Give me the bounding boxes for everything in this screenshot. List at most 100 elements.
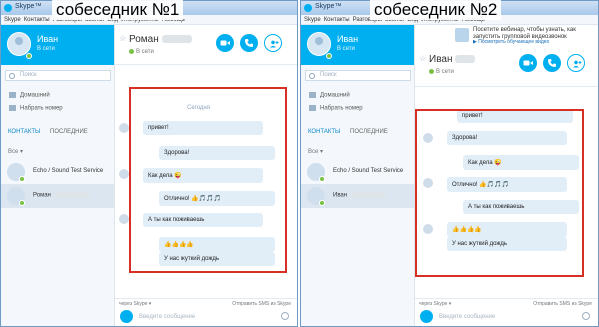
phone-icon (548, 59, 556, 67)
menu-contacts[interactable]: Контакты (324, 15, 350, 25)
conversation-status-text: В сети (436, 69, 454, 76)
online-status-icon (26, 53, 32, 59)
conversation-title: Роман (129, 34, 159, 45)
sidebar: Иван В сети Поиск Домашний Набрать номер… (1, 25, 115, 326)
video-icon (220, 40, 230, 46)
filter-label: Все (8, 149, 19, 155)
tab-recent[interactable]: ПОСЛЕДНИЕ (350, 129, 388, 135)
blurred-surname (455, 55, 476, 64)
search-placeholder: Поиск (320, 72, 337, 78)
conversation-header: ☆ Иван В сети (415, 45, 598, 87)
online-status-icon (326, 53, 332, 59)
menu-skype[interactable]: Skype (4, 15, 21, 25)
skype-window-2: Skype™ Skype Контакты Разговоры Звонки В… (300, 0, 599, 327)
profile-name: Иван (37, 34, 59, 44)
tab-contacts[interactable]: КОНТАКТЫ (308, 129, 340, 135)
compose-bar: через Skype ▾ Отправить SMS из Skype Вве… (415, 298, 598, 326)
nav-home[interactable]: Домашний (309, 92, 350, 99)
window-title: Skype™ (315, 3, 342, 10)
send-sms-link[interactable]: Отправить SMS из Skype (533, 301, 592, 307)
add-person-icon (270, 40, 279, 48)
profile-header[interactable]: Иван В сети (301, 25, 414, 65)
send-via-dropdown[interactable]: через Skype ▾ (419, 301, 451, 307)
message-avatar (119, 214, 129, 224)
message-avatar (119, 123, 129, 133)
profile-status: В сети (337, 46, 355, 52)
online-dot-icon (429, 69, 434, 74)
nav-dial-label: Набрать номер (320, 105, 363, 112)
contact-item-selected[interactable]: Роман (1, 184, 114, 208)
attach-icon[interactable] (120, 310, 133, 323)
filter-dropdown[interactable]: Все ▾ (308, 148, 323, 155)
video-call-button[interactable] (519, 54, 537, 72)
ad-banner[interactable]: Посетите вебинар, чтобы узнать, как запу… (415, 25, 598, 45)
emoticon-icon[interactable] (582, 312, 590, 320)
profile-header[interactable]: Иван В сети (1, 25, 114, 65)
skype-window-1: Skype™ Skype Контакты Разговоры Звонки В… (0, 0, 298, 327)
online-status-icon (319, 200, 325, 206)
nav-dial-label: Набрать номер (20, 105, 63, 112)
contact-name-row: Иван (333, 192, 387, 199)
compose-bar: через Skype ▾ Отправить SMS из Skype Вве… (115, 298, 297, 326)
add-people-button[interactable] (567, 54, 585, 72)
contact-item[interactable]: Echo / Sound Test Service (1, 160, 114, 184)
chevron-down-icon: ▾ (320, 149, 324, 155)
contact-tabs: КОНТАКТЫ ПОСЛЕДНИЕ (8, 129, 96, 135)
conversation-title-row: Роман (129, 34, 192, 45)
message-input[interactable]: Введите сообщение (439, 314, 495, 320)
nav-home-label: Домашний (20, 92, 50, 99)
menu-skype[interactable]: Skype (304, 15, 321, 25)
call-button[interactable] (543, 54, 561, 72)
dialpad-icon (309, 105, 316, 111)
heading-right: собеседник №2 (370, 0, 502, 20)
skype-logo-icon (304, 4, 312, 12)
video-call-button[interactable] (216, 34, 234, 52)
filter-dropdown[interactable]: Все ▾ (8, 148, 23, 155)
search-input[interactable]: Поиск (5, 70, 111, 81)
screenshot: Skype™ Skype Контакты Разговоры Звонки В… (0, 0, 599, 327)
profile-name: Иван (337, 34, 359, 44)
contact-name: Echo / Sound Test Service (33, 168, 104, 174)
call-button[interactable] (240, 34, 258, 52)
search-input[interactable]: Поиск (305, 70, 411, 81)
contact-name: Иван (333, 192, 348, 199)
nav-dial[interactable]: Набрать номер (309, 105, 363, 112)
skype-logo-icon (4, 4, 12, 12)
add-person-icon (573, 60, 582, 68)
tab-recent[interactable]: ПОСЛЕДНИЕ (50, 129, 88, 135)
conversation-header: ☆ Роман В сети (115, 25, 297, 65)
video-icon (523, 60, 533, 66)
contact-name: Echo / Sound Test Service (333, 168, 404, 174)
home-icon (309, 92, 316, 98)
profile-status: В сети (37, 46, 55, 52)
message-avatar (119, 169, 129, 179)
contact-item[interactable]: Echo / Sound Test Service (301, 160, 414, 184)
favorite-star-icon[interactable]: ☆ (119, 34, 126, 43)
heading-left: собеседник №1 (52, 0, 184, 20)
send-via-dropdown[interactable]: через Skype ▾ (119, 301, 151, 307)
tab-contacts[interactable]: КОНТАКТЫ (8, 129, 40, 135)
contact-name-row: Роман (33, 192, 90, 199)
online-status-icon (19, 176, 25, 182)
filter-label: Все (308, 149, 319, 155)
highlight-frame (415, 109, 584, 277)
message-input[interactable]: Введите сообщение (139, 314, 195, 320)
menu-contacts[interactable]: Контакты (24, 15, 50, 25)
online-dot-icon (129, 49, 134, 54)
favorite-star-icon[interactable]: ☆ (419, 54, 426, 63)
attach-icon[interactable] (420, 310, 433, 323)
online-status-icon (19, 200, 25, 206)
emoticon-icon[interactable] (281, 312, 289, 320)
send-sms-link[interactable]: Отправить SMS из Skype (232, 301, 291, 307)
search-placeholder: Поиск (20, 72, 37, 78)
nav-dial[interactable]: Набрать номер (9, 105, 63, 112)
contact-tabs: КОНТАКТЫ ПОСЛЕДНИЕ (308, 129, 396, 135)
home-icon (9, 92, 16, 98)
sidebar: Иван В сети Поиск Домашний Набрать номер… (301, 25, 415, 326)
contact-item-selected[interactable]: Иван (301, 184, 414, 208)
phone-icon (245, 39, 253, 47)
nav-home[interactable]: Домашний (9, 92, 50, 99)
conversation-title-row: Иван (429, 54, 476, 65)
conversation-status: В сети (429, 69, 454, 75)
add-people-button[interactable] (264, 34, 282, 52)
